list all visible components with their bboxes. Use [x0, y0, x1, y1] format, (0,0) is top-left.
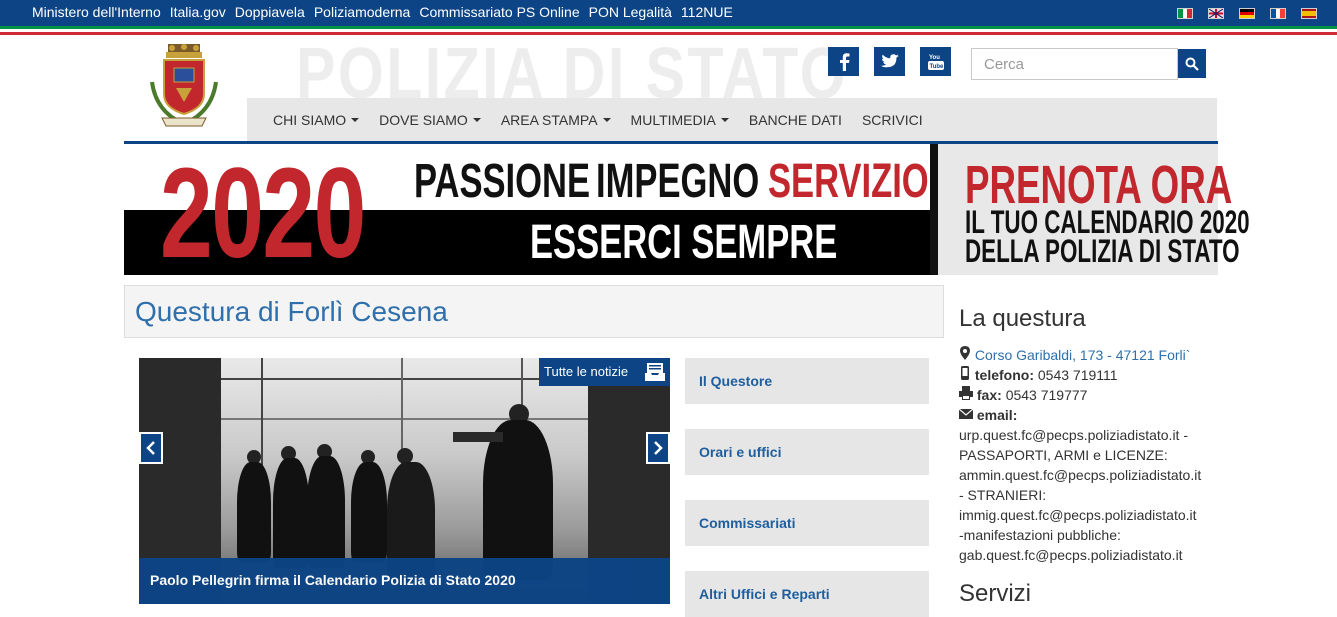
side-button-altri-uffici[interactable]: Altri Uffici e Reparti: [685, 571, 929, 617]
email-line: urp.quest.fc@pecps.poliziadistato.it -: [959, 427, 1188, 443]
italian-flag-icon[interactable]: [1177, 8, 1193, 19]
carousel-prev-button[interactable]: [139, 432, 163, 464]
banner-word-impegno: IMPEGNO: [596, 155, 760, 208]
nav-label: MULTIMEDIA: [630, 112, 716, 128]
top-link-pon-legalita[interactable]: PON Legalità: [589, 4, 672, 20]
top-link-doppiavela[interactable]: Doppiavela: [235, 4, 305, 20]
caret-down-icon: [472, 118, 481, 122]
french-flag-icon[interactable]: [1270, 8, 1286, 19]
fax-icon: [959, 386, 973, 400]
carousel-next-button[interactable]: [646, 432, 670, 464]
svg-text:You: You: [929, 55, 940, 61]
email-line: gab.quest.fc@pecps.poliziadistato.it: [959, 547, 1183, 563]
main-nav: CHI SIAMO DOVE SIAMO AREA STAMPA MULTIME…: [247, 98, 1217, 141]
nav-label: CHI SIAMO: [273, 112, 347, 128]
spanish-flag-icon[interactable]: [1301, 8, 1317, 19]
twitter-icon[interactable]: [874, 47, 905, 76]
address-link[interactable]: Corso Garibaldi, 173 - 47121 Forli`: [975, 347, 1191, 363]
nav-area-stampa[interactable]: AREA STAMPA: [501, 112, 611, 128]
nav-label: AREA STAMPA: [500, 112, 598, 128]
language-flags: [1177, 8, 1317, 19]
caret-down-icon: [602, 118, 611, 122]
polizia-logo[interactable]: [148, 42, 220, 130]
all-news-link[interactable]: Tutte le notizie: [539, 358, 670, 386]
banner-word-servizio: SERVIZIO: [768, 155, 929, 208]
banner-cta-line2: DELLA POLIZIA DI STATO: [965, 233, 1240, 269]
fax-value: 0543 719777: [1005, 387, 1088, 403]
email-label: email:: [976, 407, 1018, 423]
calendar-banner[interactable]: 2020 PASSIONE IMPEGNO SERVIZIO ESSERCI S…: [124, 142, 1250, 285]
email-line: ammin.quest.fc@pecps.poliziadistato.it: [959, 467, 1202, 483]
nav-scrivici[interactable]: SCRIVICI: [862, 112, 923, 128]
top-link-ministero[interactable]: Ministero dell'Interno: [32, 4, 161, 20]
fax-label: fax:: [976, 387, 1002, 403]
caret-down-icon: [720, 118, 729, 122]
side-button-label: Altri Uffici e Reparti: [699, 586, 830, 602]
side-button-label: Il Questore: [699, 373, 773, 389]
side-button-orari-uffici[interactable]: Orari e uffici: [685, 429, 929, 475]
banner-cta-panel: PRENOTA ORA IL TUO CALENDARIO 2020 DELLA…: [930, 144, 1250, 275]
telefono-value: 0543 719111: [1037, 367, 1118, 383]
facebook-icon[interactable]: [828, 47, 859, 76]
chevron-right-icon: [654, 441, 663, 455]
side-button-label: Orari e uffici: [699, 444, 782, 460]
german-flag-icon[interactable]: [1239, 8, 1255, 19]
banner-word-passione: PASSIONE: [414, 155, 591, 208]
search-icon: [1185, 57, 1199, 71]
email-line: -manifestazioni pubbliche:: [959, 527, 1121, 543]
map-marker-icon: [960, 346, 970, 360]
questura-info: La questura Corso Garibaldi, 173 - 47121…: [958, 305, 1219, 565]
banner-tagline: ESSERCI SEMPRE: [530, 216, 838, 269]
nav-label: DOVE SIAMO: [379, 112, 468, 128]
nav-dove-siamo[interactable]: DOVE SIAMO: [379, 112, 481, 128]
top-link-italia-gov[interactable]: Italia.gov: [170, 4, 226, 20]
youtube-icon[interactable]: You Tube: [920, 47, 951, 76]
mobile-phone-icon: [961, 366, 969, 380]
questura-title: La questura: [959, 305, 1086, 332]
page-title: Questura di Forlì Cesena: [135, 296, 448, 327]
side-button-il-questore[interactable]: Il Questore: [685, 358, 929, 404]
nav-multimedia[interactable]: MULTIMEDIA: [631, 112, 729, 128]
nav-label: BANCHE DATI: [748, 112, 842, 128]
nav-banche-dati[interactable]: BANCHE DATI: [749, 112, 842, 128]
page-title-box: Questura di Forlì Cesena: [124, 285, 944, 338]
top-bar: Ministero dell'Interno Italia.gov Doppia…: [0, 0, 1337, 26]
email-line: immig.quest.fc@pecps.poliziadistato.it: [959, 507, 1197, 523]
top-links: Ministero dell'Interno Italia.gov Doppia…: [32, 4, 742, 20]
caret-down-icon: [351, 118, 360, 122]
search-button[interactable]: [1178, 49, 1206, 78]
svg-text:Tube: Tube: [929, 64, 944, 70]
side-button-commissariati[interactable]: Commissariati: [685, 500, 929, 546]
inbox-icon: [645, 363, 665, 381]
english-flag-icon[interactable]: [1208, 8, 1224, 19]
search-input[interactable]: Cerca: [971, 48, 1178, 80]
envelope-icon: [958, 408, 974, 419]
email-line: - STRANIERI:: [959, 487, 1047, 503]
top-link-commissariato[interactable]: Commissariato PS Online: [419, 4, 579, 20]
top-link-poliziamoderna[interactable]: Poliziamoderna: [314, 4, 411, 20]
carousel-caption[interactable]: Paolo Pellegrin firma il Calendario Poli…: [139, 558, 670, 604]
nav-chi-siamo[interactable]: CHI SIAMO: [273, 112, 360, 128]
side-button-label: Commissariati: [699, 515, 796, 531]
nav-label: SCRIVICI: [861, 112, 923, 128]
top-link-112nue[interactable]: 112NUE: [681, 4, 733, 20]
carousel-caption-text: Paolo Pellegrin firma il Calendario Poli…: [150, 572, 516, 588]
chevron-left-icon: [146, 441, 155, 455]
banner-year: 2020: [160, 142, 366, 285]
servizi-title: Servizi: [959, 580, 1032, 607]
email-line: PASSAPORTI, ARMI e LICENZE:: [959, 447, 1168, 463]
telefono-label: telefono:: [974, 367, 1034, 383]
all-news-label: Tutte le notizie: [544, 364, 629, 379]
